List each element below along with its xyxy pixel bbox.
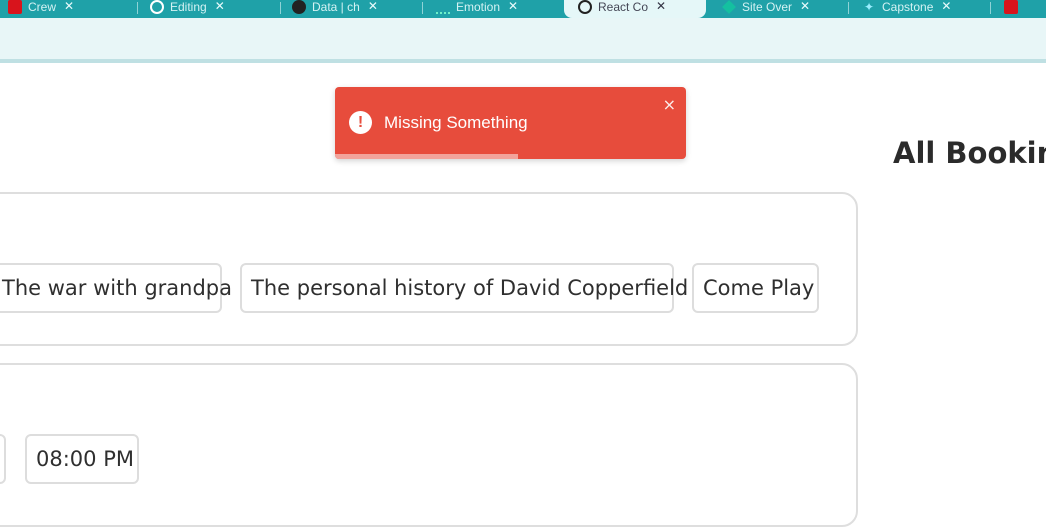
tab-title: Editing [170, 0, 207, 14]
close-icon[interactable]: ✕ [368, 0, 378, 13]
app-icon [1004, 0, 1018, 14]
movie-selection-card: The war with grandpa The personal histor… [0, 192, 858, 346]
browser-tab[interactable]: Site Over ✕ [722, 0, 842, 18]
browser-tab-active[interactable]: React Co ✕ [564, 0, 706, 18]
close-icon[interactable]: ✕ [656, 0, 666, 13]
showtime-selection-card: 08:00 PM [0, 363, 858, 527]
react-icon [578, 0, 592, 14]
browser-tab[interactable]: Crew ✕ [8, 0, 128, 18]
close-icon[interactable]: ✕ [64, 0, 74, 13]
browser-tab-strip: Crew ✕ Editing ✕ Data | ch ✕ Emotion ✕ R… [0, 0, 1046, 18]
close-icon[interactable]: ✕ [508, 0, 518, 13]
movie-option[interactable]: The war with grandpa [0, 263, 232, 313]
close-icon[interactable]: × [663, 95, 676, 114]
toast-message: Missing Something [384, 113, 528, 132]
app-icon [8, 0, 22, 14]
showtime-option[interactable]: 08:00 PM [25, 434, 139, 484]
close-icon[interactable]: ✕ [800, 0, 810, 13]
error-toast[interactable]: ! Missing Something × [335, 87, 686, 159]
browser-tab[interactable]: Data | ch ✕ [292, 0, 412, 18]
tab-title: Crew [28, 0, 57, 14]
address-bar[interactable] [0, 18, 1046, 59]
tab-title: Capstone [882, 0, 934, 14]
all-bookings-heading: All Bookings [893, 136, 1046, 170]
movie-option[interactable]: Come Play [692, 263, 819, 313]
browser-tab[interactable] [1004, 0, 1046, 18]
movie-option[interactable]: The personal history of David Copperfiel… [240, 263, 688, 313]
tab-title: Data | ch [312, 0, 360, 14]
close-icon[interactable]: ✕ [215, 0, 225, 13]
dots-icon [436, 2, 450, 14]
toast-progress-bar [335, 154, 518, 159]
sparkle-icon: ✦ [863, 0, 875, 14]
browser-tab[interactable]: Editing ✕ [150, 0, 270, 18]
tab-title: Emotion [456, 0, 501, 14]
diamond-icon [722, 0, 736, 14]
tab-title: Site Over [742, 0, 793, 14]
close-icon[interactable]: ✕ [941, 0, 951, 13]
circle-icon [292, 0, 306, 14]
browser-tab[interactable]: ✦ Capstone ✕ [862, 0, 982, 18]
half-circle-icon [150, 0, 164, 14]
tab-title: React Co [598, 0, 649, 14]
exclamation-icon: ! [349, 111, 372, 134]
browser-tab[interactable]: Emotion ✕ [436, 0, 556, 18]
showtime-option[interactable] [0, 434, 6, 484]
